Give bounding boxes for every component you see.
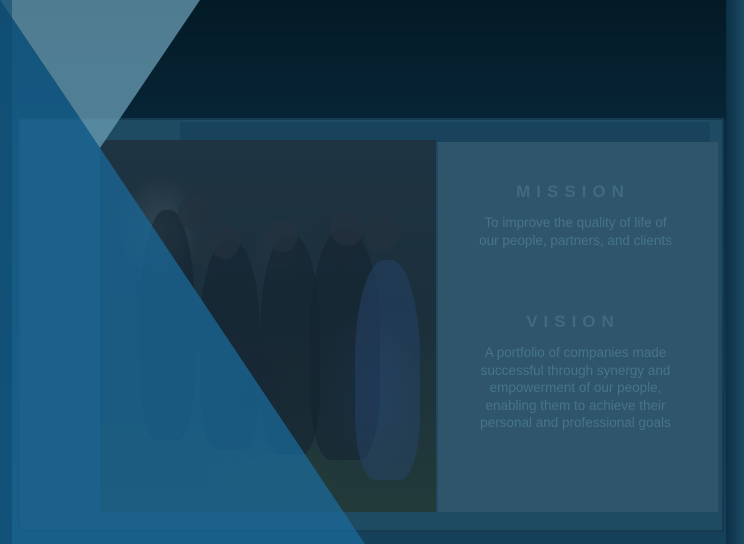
mission-text: To improve the quality of life of our pe… <box>479 215 672 248</box>
right-edge-shadow <box>726 0 744 544</box>
photo-person <box>355 260 420 480</box>
card-top-strip <box>180 122 710 142</box>
photo-head <box>268 220 298 252</box>
photo-head <box>178 195 210 231</box>
photo-head <box>330 210 364 246</box>
photo-head <box>210 225 240 259</box>
mission-heading: MISSION <box>516 182 630 201</box>
mission-vision-panel: MISSION To improve the quality of life o… <box>438 142 718 512</box>
team-photo <box>100 140 436 512</box>
header-band <box>0 0 744 120</box>
photo-person <box>200 240 260 450</box>
page-stage: MISSION To improve the quality of life o… <box>0 0 744 544</box>
photo-person <box>140 210 195 440</box>
photo-head <box>365 215 399 251</box>
vision-heading: VISION <box>526 312 620 331</box>
vision-text: A portfolio of companies made successful… <box>480 345 671 430</box>
